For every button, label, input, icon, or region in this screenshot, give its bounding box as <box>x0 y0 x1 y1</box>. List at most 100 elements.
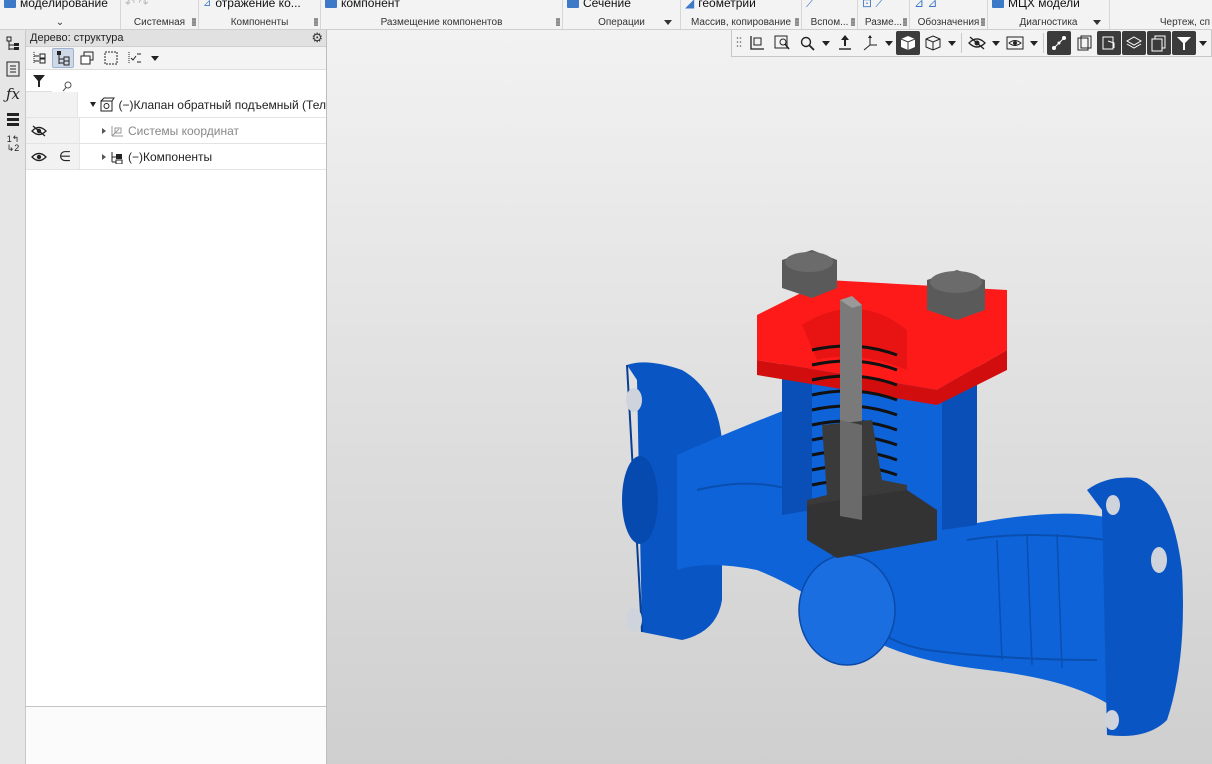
document-stack-icon <box>1151 35 1166 52</box>
tree-filter-list-button[interactable] <box>124 48 146 68</box>
tree-hierarchy-icon <box>57 51 70 66</box>
ribbon-section-label: Сечение <box>583 0 631 10</box>
chevron-down-icon <box>1030 40 1038 46</box>
view-orientation-button[interactable] <box>896 31 920 55</box>
rotate-button[interactable] <box>858 31 882 55</box>
pan-icon <box>839 35 851 50</box>
gear-icon[interactable]: ⚙ <box>311 31 323 45</box>
ribbon-group-system[interactable]: ↶ ↷ Системная <box>121 0 199 29</box>
perspective-button[interactable] <box>1097 31 1121 55</box>
chevron-down-icon <box>948 40 956 46</box>
layers-view-button[interactable] <box>1122 31 1146 55</box>
zoom-frame-button[interactable] <box>745 31 769 55</box>
ribbon-caption-operations: Операции <box>598 17 645 28</box>
tree-row-state-columns <box>26 118 80 143</box>
ribbon-caption-dimensions: Разме... <box>864 17 903 28</box>
section-view-button[interactable] <box>1072 31 1096 55</box>
eye-hidden-icon <box>968 36 986 50</box>
tree-row-state-columns: ∈ <box>26 144 80 169</box>
snap-button[interactable] <box>1047 31 1071 55</box>
coordinate-system-icon <box>111 125 123 136</box>
zoom-all-icon <box>774 35 790 50</box>
ribbon-group-dimensions[interactable]: ⊡ ⟋ Разме... <box>858 0 910 29</box>
tree-components-button[interactable] <box>76 48 98 68</box>
tree-row-state-columns <box>26 92 79 117</box>
model-viewport[interactable] <box>327 30 1212 764</box>
tree-select-button[interactable] <box>100 48 122 68</box>
include-element-icon[interactable]: ∈ <box>52 144 78 169</box>
pan-button[interactable] <box>833 31 857 55</box>
ribbon: моделирование ⌄ ↶ ↷ Системная ⊿ отражение… <box>0 0 1212 30</box>
modeling-icon <box>4 0 16 8</box>
chevron-down-icon <box>992 40 1000 46</box>
hide-elements-button[interactable] <box>965 31 989 55</box>
collapse-arrow-icon[interactable] <box>90 102 97 107</box>
tree-panel-button[interactable] <box>2 33 24 55</box>
grip-icon <box>981 18 985 26</box>
tree-options-dropdown[interactable] <box>148 48 162 68</box>
eye-boxed-icon <box>1006 36 1024 50</box>
assembly-icon <box>100 97 116 112</box>
diagnostics-dropdown-icon[interactable] <box>1093 20 1101 25</box>
stack-icon <box>1125 36 1143 49</box>
ribbon-group-aux[interactable]: ⟋ Вспом... <box>802 0 858 29</box>
rotate-dropdown[interactable] <box>883 31 895 55</box>
model-tree-view-button[interactable] <box>1147 31 1171 55</box>
tree-search-input[interactable] <box>52 69 326 92</box>
zoom-all-button[interactable] <box>770 31 794 55</box>
tree-view-hierarchy-button[interactable] <box>52 48 74 68</box>
grip-icon <box>903 18 907 26</box>
ribbon-group-components[interactable]: ⊿ отражение ко... Компоненты <box>199 0 321 29</box>
hide-elements-dropdown[interactable] <box>990 31 1002 55</box>
ribbon-group-modeling[interactable]: моделирование ⌄ <box>0 0 121 29</box>
zoom-dropdown[interactable] <box>820 31 832 55</box>
aux-icon: ⟋ <box>806 0 815 10</box>
show-elements-button[interactable] <box>1003 31 1027 55</box>
operations-dropdown-icon[interactable] <box>664 20 672 25</box>
ribbon-caption-diagnostics: Диагностика <box>1019 17 1078 28</box>
ribbon-group-array[interactable]: ◢ геометрии Массив, копирование <box>681 0 802 29</box>
cube-icon <box>900 36 916 50</box>
ribbon-mirror-label: отражение ко... <box>215 0 301 10</box>
ribbon-group-operations[interactable]: Сечение Операции <box>563 0 681 29</box>
tree-row-components[interactable]: ∈ (−)Компоненты <box>26 144 326 170</box>
variables-fx-icon[interactable]: ƒx <box>2 83 24 105</box>
layers-icon <box>7 113 19 126</box>
check-valve-3d-model[interactable] <box>607 240 1187 740</box>
tree-view-structure-button[interactable] <box>28 48 50 68</box>
tree-row-coordinate-systems[interactable]: Системы координат <box>26 118 326 144</box>
visibility-toggle[interactable] <box>26 144 52 169</box>
section-view-icon <box>1077 35 1092 51</box>
view-filter-dropdown[interactable] <box>1197 31 1209 55</box>
ribbon-modeling-label: моделирование <box>20 0 108 10</box>
view-filter-button[interactable] <box>1172 31 1196 55</box>
visibility-toggle[interactable] <box>26 118 52 143</box>
show-elements-dropdown[interactable] <box>1028 31 1040 55</box>
undo-redo-icon[interactable]: ↶ ↷ <box>125 0 148 10</box>
selection-frame-icon <box>104 51 118 65</box>
tree-row-assembly[interactable]: (−)Клапан обратный подъемный (Тел <box>26 92 326 118</box>
tree-toolbar <box>26 47 326 70</box>
wireframe-cube-icon <box>925 35 941 51</box>
expand-arrow-icon[interactable] <box>102 153 106 160</box>
grip-icon <box>192 18 196 26</box>
ribbon-expand-chevron-icon[interactable]: ⌄ <box>0 17 120 28</box>
display-style-button[interactable] <box>921 31 945 55</box>
display-style-dropdown[interactable] <box>946 31 958 55</box>
ribbon-group-placement[interactable]: компонент Размещение компонентов <box>321 0 563 29</box>
ribbon-group-diagnostics[interactable]: МЦХ модели Диагностика <box>988 0 1110 29</box>
ribbon-caption-components: Компоненты <box>230 17 289 28</box>
view-toolbar <box>731 30 1212 57</box>
properties-button[interactable] <box>2 58 24 80</box>
sort-order-icon[interactable]: 1↰ ↳2 <box>2 133 24 155</box>
tree-row-label: (−)Клапан обратный подъемный (Тел <box>118 97 326 112</box>
layers-button[interactable] <box>2 108 24 130</box>
zoom-button[interactable] <box>795 31 819 55</box>
ribbon-group-designations[interactable]: ⊿ ⊿ Обозначения <box>910 0 988 29</box>
mass-properties-icon <box>992 0 1004 8</box>
ribbon-group-drawing[interactable]: Чертеж, сп <box>1110 0 1212 29</box>
grip-icon <box>314 18 318 26</box>
eye-hidden-icon <box>31 125 47 136</box>
filter-button[interactable] <box>26 70 52 92</box>
expand-arrow-icon[interactable] <box>102 127 106 134</box>
